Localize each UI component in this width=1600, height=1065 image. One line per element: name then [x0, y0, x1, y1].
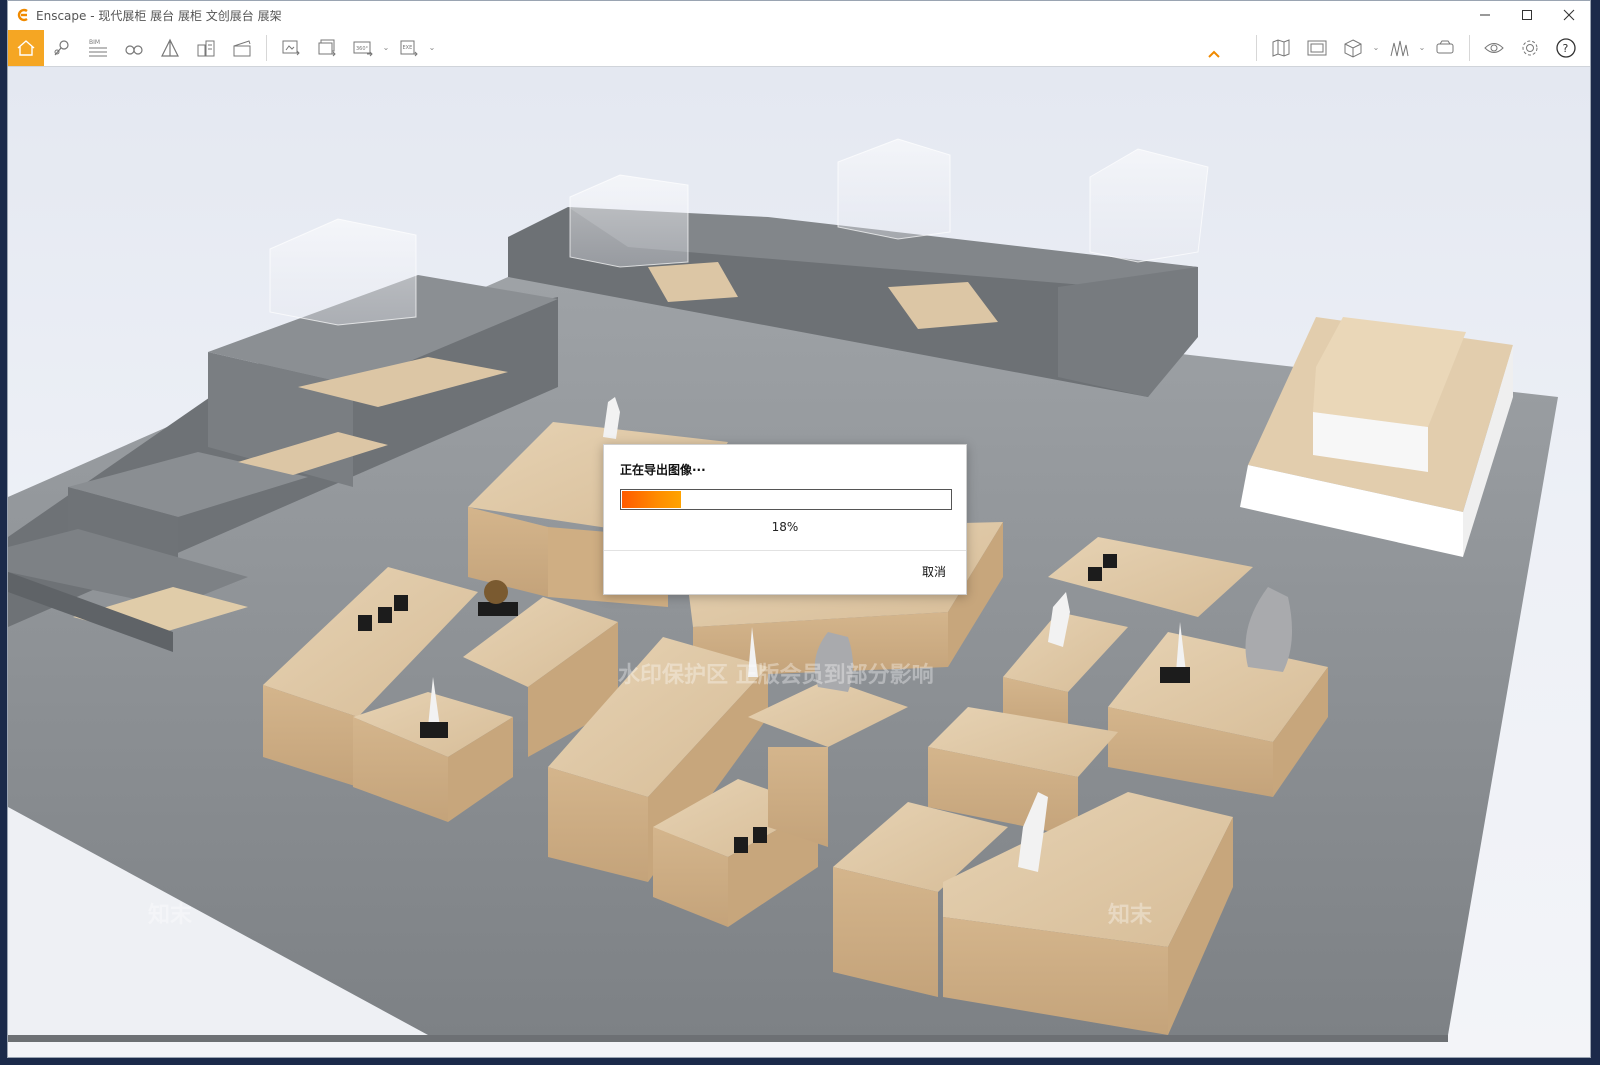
objects-dropdown-icon[interactable]: ⌄ [1371, 30, 1381, 66]
progress-bar [620, 489, 952, 510]
gear-icon [1522, 40, 1538, 55]
dialog-title: 正在导出图像··· [620, 463, 706, 477]
toolbar-spacer [437, 29, 1250, 67]
bim-button[interactable]: BIM [80, 30, 116, 66]
minimize-button[interactable] [1464, 1, 1506, 29]
window-title: Enscape - 现代展柜 展台 展柜 文创展台 展架 [36, 8, 282, 23]
vr-headset-icon [1436, 40, 1454, 53]
toolbar-separator [266, 34, 267, 61]
render-viewport[interactable]: 水印保护区 正版会员到部分影响 知末 知末 正在导出图像··· 18% 取消 [8, 67, 1590, 1057]
dialog-divider [604, 550, 966, 551]
map-icon [1272, 38, 1290, 57]
binoculars-button[interactable] [116, 30, 152, 66]
cube-icon [1344, 38, 1362, 58]
settings-button[interactable] [1512, 30, 1548, 66]
eye-icon [1484, 42, 1504, 53]
asset-library-button[interactable] [1381, 30, 1417, 66]
export-exe-icon: EXE [400, 40, 418, 56]
screenshot-button[interactable] [273, 30, 309, 66]
batch-render-icon [318, 39, 336, 56]
toolbar-separator [1469, 34, 1470, 61]
clapperboard-icon [233, 39, 251, 56]
svg-text:EXE: EXE [403, 45, 413, 51]
title-bar: Enscape - 现代展柜 展台 展柜 文创展台 展架 [8, 1, 1590, 29]
asset-dropdown-icon[interactable]: ⌄ [1417, 30, 1427, 66]
home-button[interactable] [8, 29, 44, 66]
close-icon [1563, 9, 1575, 21]
toolbar-separator [1256, 34, 1257, 61]
location-icon [54, 39, 69, 55]
minimize-icon [1480, 14, 1490, 16]
buildings-button[interactable] [188, 30, 224, 66]
help-icon: ? [1556, 37, 1576, 58]
objects-button[interactable] [1335, 30, 1371, 66]
image-gallery-icon [1307, 40, 1327, 55]
cancel-button[interactable]: 取消 [922, 563, 946, 580]
vr-headset-button[interactable] [1427, 30, 1463, 66]
panorama-button[interactable]: 360° [345, 30, 381, 66]
enscape-logo-icon [16, 8, 30, 22]
video-editor-button[interactable] [224, 30, 260, 66]
chart-tree-icon [1390, 40, 1409, 56]
maximize-icon [1522, 10, 1532, 20]
svg-text:BIM: BIM [89, 39, 100, 46]
help-button[interactable]: ? [1548, 30, 1584, 66]
export-progress-dialog: 正在导出图像··· 18% 取消 [603, 444, 967, 595]
export-dropdown-icon[interactable]: ⌄ [427, 30, 437, 66]
close-button[interactable] [1548, 1, 1590, 29]
panorama-dropdown-icon[interactable]: ⌄ [381, 30, 391, 66]
batch-render-button[interactable] [309, 30, 345, 66]
svg-text:?: ? [1563, 42, 1569, 55]
progress-percent: 18% [771, 520, 799, 534]
collapse-toolbar-icon[interactable] [1207, 49, 1221, 59]
visual-settings-button[interactable] [1476, 30, 1512, 66]
maximize-button[interactable] [1506, 1, 1548, 29]
progress-bar-fill [622, 491, 682, 508]
image-gallery-button[interactable] [1299, 30, 1335, 66]
binoculars-icon [125, 44, 143, 55]
main-toolbar: BIM 360° ⌄ EXE ⌄ ⌄ ⌄ ? [8, 29, 1590, 67]
location-button[interactable] [44, 30, 80, 66]
pyramid-icon [161, 38, 179, 57]
screenshot-icon [282, 40, 300, 55]
home-icon [17, 39, 35, 56]
panorama-360-icon: 360° [353, 41, 373, 56]
export-exe-button[interactable]: EXE [391, 30, 427, 66]
pyramid-button[interactable] [152, 30, 188, 66]
svg-text:360°: 360° [356, 46, 369, 52]
map-button[interactable] [1263, 30, 1299, 66]
bim-icon: BIM [89, 39, 107, 56]
enscape-window: Enscape - 现代展柜 展台 展柜 文创展台 展架 BIM 360° ⌄ … [7, 0, 1591, 1058]
buildings-icon [197, 40, 215, 56]
